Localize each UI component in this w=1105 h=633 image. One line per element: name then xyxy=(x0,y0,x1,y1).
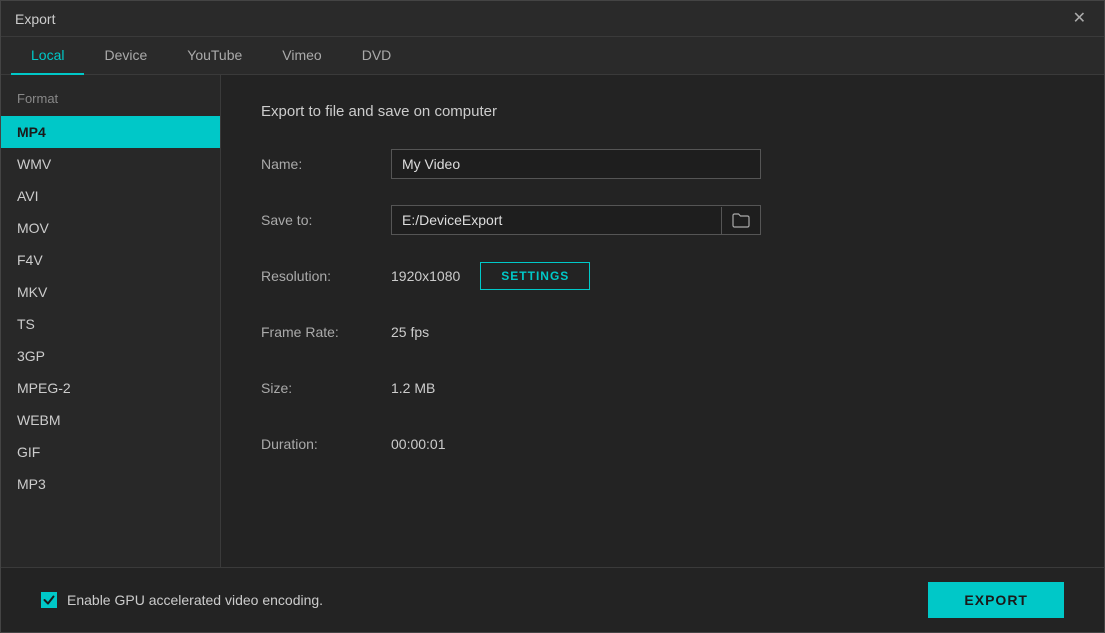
sidebar-item-mp3[interactable]: MP3 xyxy=(1,468,220,500)
resolution-controls: 1920x1080 SETTINGS xyxy=(391,262,590,290)
settings-button[interactable]: SETTINGS xyxy=(480,262,590,290)
tab-local[interactable]: Local xyxy=(11,37,84,75)
duration-row: Duration: 00:00:01 xyxy=(261,428,1064,460)
tab-dvd[interactable]: DVD xyxy=(342,37,412,75)
tab-bar: Local Device YouTube Vimeo DVD xyxy=(1,37,1104,75)
format-sidebar: Format MP4 WMV AVI MOV F4V MKV TS 3GP MP… xyxy=(1,75,221,567)
duration-value: 00:00:01 xyxy=(391,436,446,452)
size-row: Size: 1.2 MB xyxy=(261,372,1064,404)
name-input[interactable] xyxy=(391,149,761,179)
sidebar-item-avi[interactable]: AVI xyxy=(1,180,220,212)
save-to-wrapper xyxy=(391,205,761,235)
save-to-label: Save to: xyxy=(261,212,391,228)
content-area: Format MP4 WMV AVI MOV F4V MKV TS 3GP MP… xyxy=(1,75,1104,567)
export-button[interactable]: EXPORT xyxy=(928,582,1064,618)
close-button[interactable]: ✕ xyxy=(1069,9,1090,29)
sidebar-item-mov[interactable]: MOV xyxy=(1,212,220,244)
save-to-row: Save to: xyxy=(261,204,1064,236)
resolution-row: Resolution: 1920x1080 SETTINGS xyxy=(261,260,1064,292)
sidebar-item-mkv[interactable]: MKV xyxy=(1,276,220,308)
dialog-title: Export xyxy=(15,11,55,27)
tab-youtube[interactable]: YouTube xyxy=(167,37,262,75)
name-label: Name: xyxy=(261,156,391,172)
duration-label: Duration: xyxy=(261,436,391,452)
footer: Enable GPU accelerated video encoding. E… xyxy=(1,567,1104,632)
title-bar: Export ✕ xyxy=(1,1,1104,37)
sidebar-item-3gp[interactable]: 3GP xyxy=(1,340,220,372)
resolution-label: Resolution: xyxy=(261,268,391,284)
name-row: Name: xyxy=(261,148,1064,180)
main-subtitle: Export to file and save on computer xyxy=(261,103,1064,120)
sidebar-item-mp4[interactable]: MP4 xyxy=(1,116,220,148)
size-value: 1.2 MB xyxy=(391,380,435,396)
gpu-label-text: Enable GPU accelerated video encoding. xyxy=(67,592,323,608)
tab-vimeo[interactable]: Vimeo xyxy=(262,37,341,75)
sidebar-item-wmv[interactable]: WMV xyxy=(1,148,220,180)
resolution-value: 1920x1080 xyxy=(391,268,460,284)
browse-folder-button[interactable] xyxy=(721,207,760,234)
frame-rate-label: Frame Rate: xyxy=(261,324,391,340)
sidebar-item-f4v[interactable]: F4V xyxy=(1,244,220,276)
main-panel: Export to file and save on computer Name… xyxy=(221,75,1104,567)
export-dialog: Export ✕ Local Device YouTube Vimeo DVD … xyxy=(0,0,1105,633)
size-label: Size: xyxy=(261,380,391,396)
sidebar-title: Format xyxy=(1,91,220,116)
tab-device[interactable]: Device xyxy=(84,37,167,75)
sidebar-item-ts[interactable]: TS xyxy=(1,308,220,340)
gpu-encoding-label[interactable]: Enable GPU accelerated video encoding. xyxy=(41,592,323,608)
gpu-checkbox[interactable] xyxy=(41,592,57,608)
sidebar-item-gif[interactable]: GIF xyxy=(1,436,220,468)
frame-rate-row: Frame Rate: 25 fps xyxy=(261,316,1064,348)
sidebar-item-mpeg2[interactable]: MPEG-2 xyxy=(1,372,220,404)
frame-rate-value: 25 fps xyxy=(391,324,429,340)
sidebar-item-webm[interactable]: WEBM xyxy=(1,404,220,436)
save-to-input[interactable] xyxy=(392,206,721,234)
